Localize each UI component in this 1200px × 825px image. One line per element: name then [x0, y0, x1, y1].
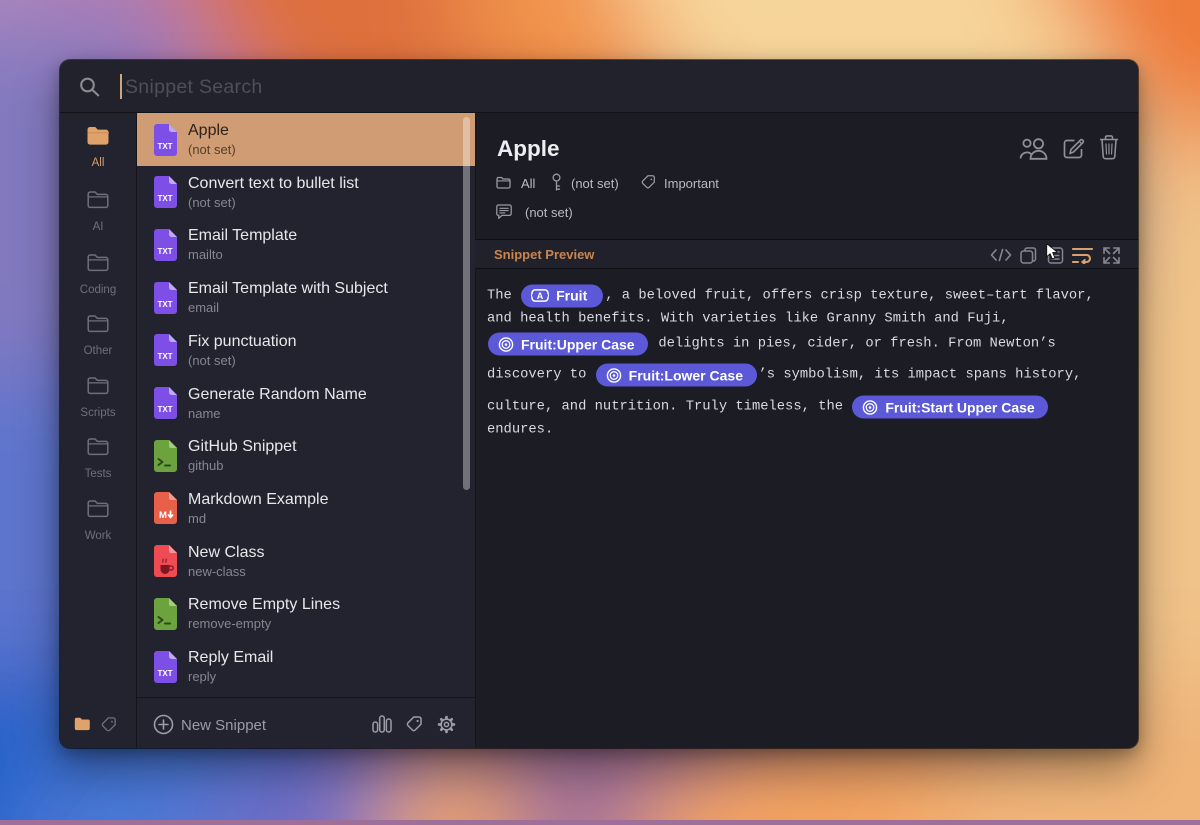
- svg-text:A: A: [537, 291, 544, 301]
- svg-text:M: M: [159, 510, 167, 521]
- svg-text:TXT: TXT: [157, 405, 172, 414]
- svg-text:TXT: TXT: [157, 247, 172, 256]
- svg-text:TXT: TXT: [157, 142, 172, 151]
- svg-text:TXT: TXT: [157, 194, 172, 203]
- svg-text:TXT: TXT: [157, 669, 172, 678]
- svg-text:TXT: TXT: [157, 300, 172, 309]
- svg-text:TXT: TXT: [157, 352, 172, 361]
